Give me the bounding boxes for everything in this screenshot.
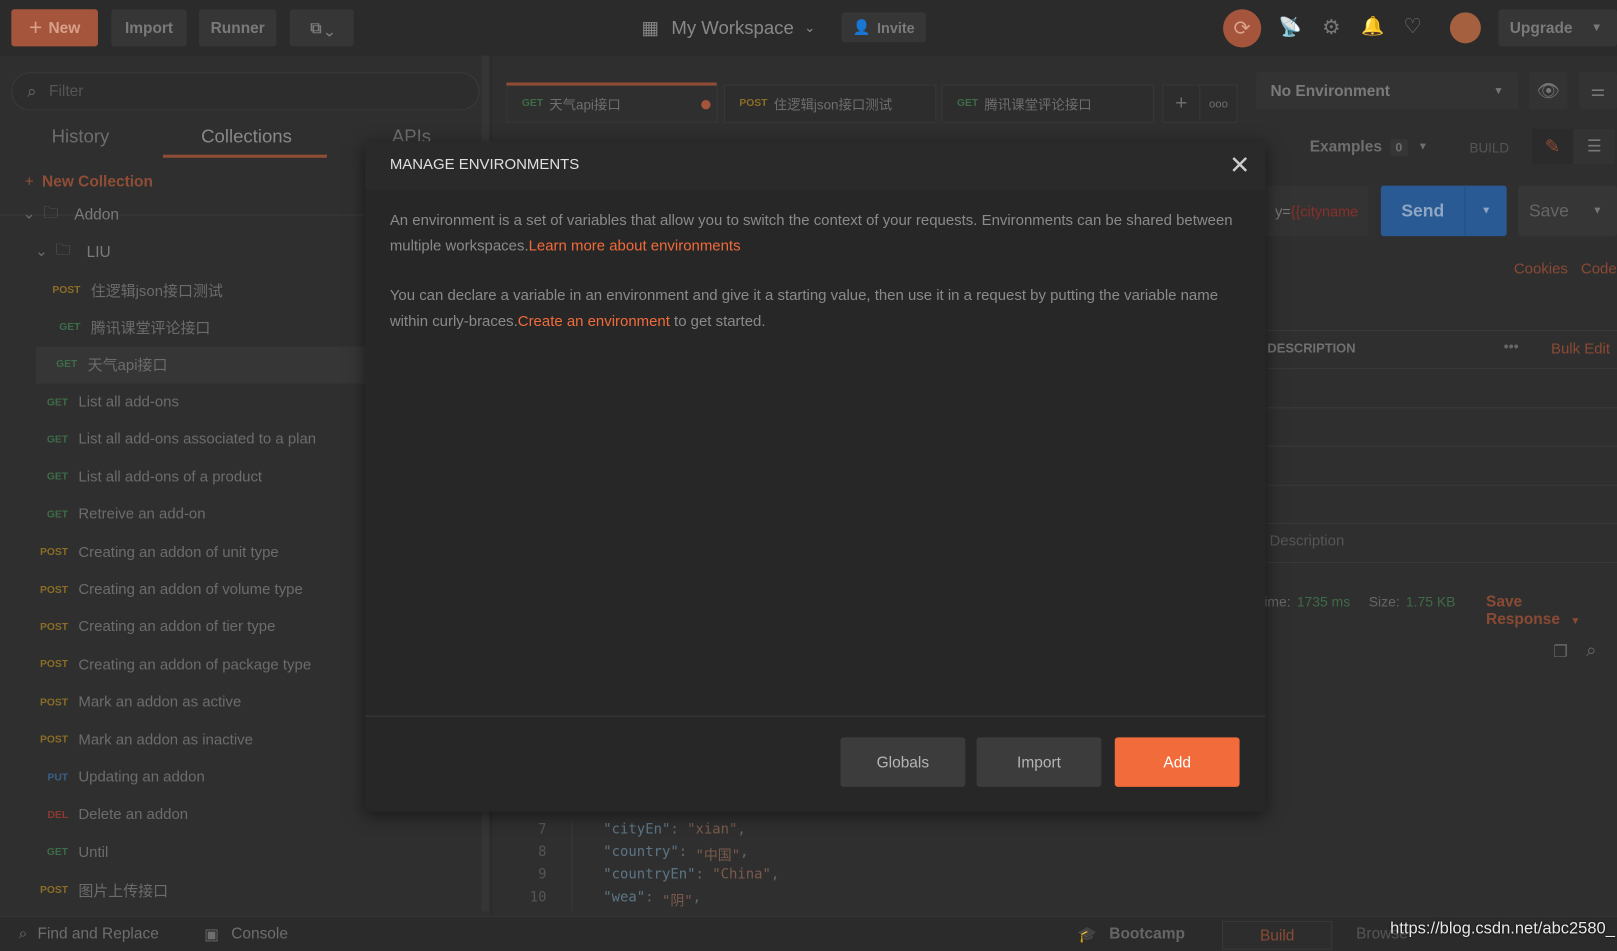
top-bar: + New Import Runner ⧉ ⌄ ▦ My Workspace ⌄ … (0, 0, 1617, 56)
request-tab[interactable]: POST 住逻辑json接口测试 (723, 84, 937, 123)
modal-header: MANAGE ENVIRONMENTS ✕ (365, 141, 1266, 190)
more-icon: ooo (1208, 97, 1228, 110)
import-button[interactable]: Import (976, 737, 1102, 787)
send-button[interactable]: Send ▼ (1380, 185, 1507, 237)
console-icon: ▣ (204, 926, 219, 944)
upgrade-button[interactable]: Upgrade ▼ (1498, 9, 1617, 47)
manage-environments-modal: MANAGE ENVIRONMENTS ✕ An environment is … (365, 141, 1266, 812)
plus-icon: + (29, 14, 43, 41)
heart-icon[interactable]: ♡ (1404, 13, 1422, 39)
add-user-icon: 👤 (852, 18, 871, 36)
learn-more-link[interactable]: Learn more about environments (529, 238, 741, 255)
globals-button[interactable]: Globals (840, 737, 966, 787)
folder-icon: 🗀 (43, 204, 59, 222)
code-link[interactable]: Code (1581, 261, 1617, 278)
new-window-icon: ⧉ ⌄ (310, 19, 334, 37)
tab-options-button[interactable]: ooo (1199, 84, 1238, 123)
pencil-icon[interactable]: ✎ (1532, 128, 1573, 164)
description-input[interactable]: Description (1269, 533, 1344, 550)
code-line: 10 "wea": "阴", (493, 888, 1617, 912)
modal-instructions: You can declare a variable in an environ… (389, 287, 1219, 330)
runner-button[interactable]: Runner (199, 9, 277, 47)
request-tab[interactable]: GET 天气api接口 (506, 84, 718, 123)
caret-down-icon: ▼ (1570, 615, 1581, 627)
invite-button[interactable]: 👤 Invite (841, 12, 927, 43)
active-tab-indicator (506, 82, 717, 86)
import-button[interactable]: Import (111, 9, 187, 47)
build-mode-button[interactable]: Build (1222, 920, 1333, 950)
search-icon: ⌕ (18, 925, 28, 943)
new-collection-button[interactable]: + New Collection (25, 173, 153, 191)
response-meta: ime: 1735 ms Size: 1.75 KB (1264, 594, 1456, 610)
bootcamp-button[interactable]: 🎓 Bootcamp (1078, 925, 1185, 944)
code-line: 9 "countryEn": "China", (493, 866, 1617, 889)
request-item[interactable]: POST 图片上传接口 (0, 872, 481, 909)
caret-down-icon: ▼ (1464, 185, 1507, 237)
save-button[interactable]: Save ▼ (1518, 185, 1617, 237)
grid-icon: ▦ (641, 17, 659, 38)
eye-icon[interactable]: 👁 (1529, 72, 1568, 110)
filter-input[interactable]: ⌕ Filter (11, 72, 480, 111)
divider (365, 715, 1266, 717)
create-environment-link[interactable]: Create an environment (518, 313, 670, 330)
tab-history[interactable]: History (52, 126, 110, 148)
modal-title: MANAGE ENVIRONMENTS (389, 156, 580, 174)
request-tab[interactable]: GET 腾讯课堂评论接口 (941, 84, 1154, 123)
build-label: BUILD (1469, 140, 1510, 156)
sync-icon[interactable]: ⟳ (1223, 9, 1262, 48)
code-line: 7 "cityEn": "xian", (493, 820, 1617, 844)
close-icon[interactable]: ✕ (1229, 151, 1250, 181)
search-icon: ⌕ (26, 80, 37, 101)
chevron-down-icon: ⌄ (22, 206, 36, 223)
add-tab-button[interactable]: + (1162, 84, 1201, 123)
modal-intro: An environment is a set of variables tha… (389, 212, 1233, 255)
status-bar: ⌕ Find and Replace ▣ Console 🎓 Bootcamp Bui… (0, 915, 1617, 951)
avatar[interactable] (1449, 12, 1481, 44)
active-tab-indicator (162, 154, 327, 158)
cookies-link[interactable]: Cookies (1514, 261, 1568, 278)
folder-icon: 🗀 (55, 241, 71, 259)
bell-icon[interactable]: 🔔 (1361, 15, 1384, 37)
environment-select[interactable]: No Environment ▼ (1256, 72, 1518, 110)
workspace-switcher[interactable]: ▦ My Workspace ⌄ (641, 14, 815, 41)
search-icon[interactable]: ⌕ (1586, 639, 1596, 661)
chevron-down-icon: ⌄ (35, 243, 48, 260)
find-replace-button[interactable]: ⌕ Find and Replace (19, 925, 159, 943)
app-window: + New Import Runner ⧉ ⌄ ▦ My Workspace ⌄ … (0, 0, 1617, 951)
caret-down-icon: ▼ (1417, 141, 1428, 153)
new-button[interactable]: + New (11, 9, 98, 47)
chevron-down-icon: ⌄ (804, 19, 816, 36)
caret-down-icon: ▼ (1493, 85, 1504, 97)
copy-icon[interactable]: ❐ (1553, 641, 1568, 662)
save-response-button[interactable]: Save Response ▼ (1486, 593, 1617, 628)
bulk-edit-link[interactable]: Bulk Edit (1551, 341, 1610, 358)
description-column-header: DESCRIPTION (1267, 341, 1356, 356)
plus-icon: + (1175, 91, 1188, 115)
unsaved-dot-icon (701, 100, 711, 110)
watermark: https://blog.csdn.net/abc2580_ (1390, 919, 1615, 938)
caret-down-icon: ▼ (1591, 21, 1603, 35)
tab-collections[interactable]: Collections (201, 126, 292, 148)
comment-icon[interactable]: ☰ (1573, 128, 1615, 164)
console-button[interactable]: ▣ Console (204, 925, 288, 944)
code-line: 8 "country": "中国", (493, 843, 1617, 867)
plus-icon: + (24, 173, 34, 191)
new-window-button[interactable]: ⧉ ⌄ (289, 9, 354, 47)
satellite-icon[interactable]: 📡 (1279, 17, 1302, 39)
graduation-cap-icon: 🎓 (1077, 926, 1097, 944)
gear-icon[interactable]: ⚙ (1322, 14, 1340, 40)
caret-down-icon: ▼ (1592, 205, 1603, 217)
request-item[interactable]: GET Until (0, 834, 481, 871)
examples-dropdown[interactable]: Examples 0 ▼ (1310, 138, 1428, 156)
sliders-icon[interactable]: ⚌ (1578, 72, 1617, 110)
add-environment-button[interactable]: Add (1114, 737, 1240, 787)
more-icon[interactable]: ••• (1504, 338, 1519, 355)
